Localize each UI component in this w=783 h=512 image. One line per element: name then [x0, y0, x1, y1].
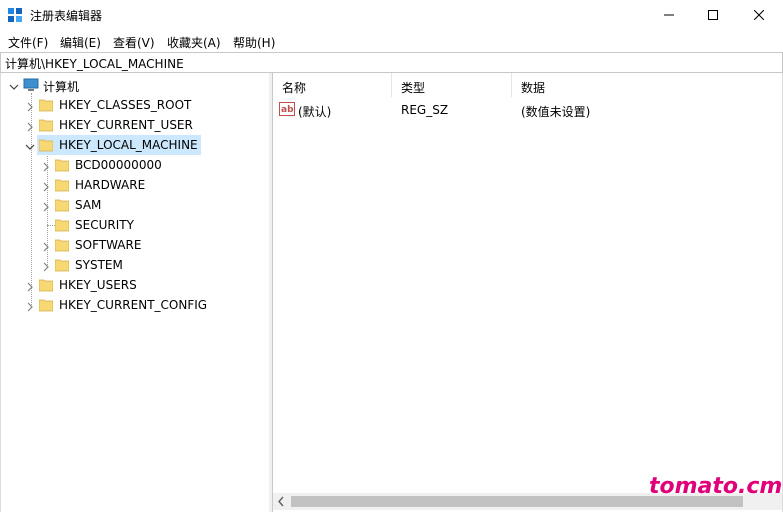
value-data: (数值未设置)	[521, 105, 591, 119]
menu-favorites[interactable]: 收藏夹(A)	[166, 34, 222, 51]
folder-icon	[54, 238, 70, 252]
string-value-icon: ab	[279, 102, 295, 119]
computer-icon	[23, 78, 39, 92]
tree-item-hkcr[interactable]: HKEY_CLASSES_ROOT	[59, 98, 191, 112]
tree-item-system[interactable]: SYSTEM	[75, 258, 123, 272]
tree-item-hkcc[interactable]: HKEY_CURRENT_CONFIG	[59, 298, 207, 312]
folder-icon	[54, 198, 70, 212]
tree-item-hardware[interactable]: HARDWARE	[75, 178, 145, 192]
tree-item-sam[interactable]: SAM	[75, 198, 101, 212]
chevron-right-icon[interactable]	[41, 161, 51, 172]
watermark-text: tomato.cm	[649, 474, 783, 499]
menu-file[interactable]: 文件(F)	[7, 34, 49, 51]
chevron-right-icon[interactable]	[25, 301, 35, 312]
folder-icon	[54, 178, 70, 192]
folder-icon	[54, 258, 70, 272]
maximize-button[interactable]	[690, 0, 736, 30]
folder-icon	[38, 118, 54, 132]
chevron-right-icon[interactable]	[41, 261, 51, 272]
svg-text:ab: ab	[281, 105, 294, 115]
values-list-pane[interactable]: 名称 类型 数据 ab (默认) REG_SZ (数值未设置)	[272, 73, 783, 512]
tree-item-bcd[interactable]: BCD00000000	[75, 158, 162, 172]
close-icon	[754, 10, 764, 20]
column-header-type[interactable]: 类型	[392, 73, 512, 97]
window-title: 注册表编辑器	[30, 9, 103, 23]
tree-pane[interactable]: 计算机 HKEY_CLASSES_ROOT HKEY_CURRENT_USER …	[0, 73, 270, 512]
tree-guide-line	[47, 225, 55, 226]
folder-icon	[38, 98, 54, 112]
tree-root-label[interactable]: 计算机	[43, 78, 79, 95]
tree-item-hkcu[interactable]: HKEY_CURRENT_USER	[59, 118, 193, 132]
scroll-left-icon[interactable]	[277, 496, 285, 510]
regedit-icon	[8, 8, 22, 22]
value-name: (默认)	[298, 105, 332, 119]
chevron-right-icon[interactable]	[41, 201, 51, 212]
menu-view[interactable]: 查看(V)	[112, 34, 156, 51]
folder-icon	[38, 298, 54, 312]
tree-item-security[interactable]: SECURITY	[75, 218, 134, 232]
address-bar[interactable]: 计算机\HKEY_LOCAL_MACHINE	[0, 52, 783, 73]
folder-open-icon	[38, 138, 54, 152]
folder-icon	[38, 278, 54, 292]
chevron-right-icon[interactable]	[41, 241, 51, 252]
menu-bar: 文件(F) 编辑(E) 查看(V) 收藏夹(A) 帮助(H)	[0, 30, 783, 52]
tree-item-hklm[interactable]: HKEY_LOCAL_MACHINE	[59, 138, 198, 152]
tree-item-hku[interactable]: HKEY_USERS	[59, 278, 137, 292]
folder-icon	[54, 158, 70, 172]
column-header-data[interactable]: 数据	[512, 73, 782, 97]
column-header-name[interactable]: 名称	[273, 73, 392, 97]
chevron-right-icon[interactable]	[25, 121, 35, 132]
folder-icon	[54, 218, 70, 232]
title-bar: 注册表编辑器	[0, 0, 783, 30]
address-path[interactable]: 计算机\HKEY_LOCAL_MACHINE	[5, 55, 184, 72]
minimize-icon	[664, 10, 674, 20]
minimize-button[interactable]	[646, 0, 692, 30]
chevron-right-icon[interactable]	[25, 281, 35, 292]
maximize-icon	[708, 10, 718, 20]
chevron-down-icon[interactable]	[25, 141, 35, 151]
menu-help[interactable]: 帮助(H)	[232, 34, 276, 51]
tree-item-software[interactable]: SOFTWARE	[75, 238, 141, 252]
chevron-down-icon[interactable]	[9, 81, 19, 91]
chevron-right-icon[interactable]	[25, 101, 35, 112]
chevron-right-icon[interactable]	[41, 181, 51, 192]
value-type: REG_SZ	[401, 103, 449, 117]
menu-edit[interactable]: 编辑(E)	[59, 34, 102, 51]
close-button[interactable]	[736, 0, 782, 30]
